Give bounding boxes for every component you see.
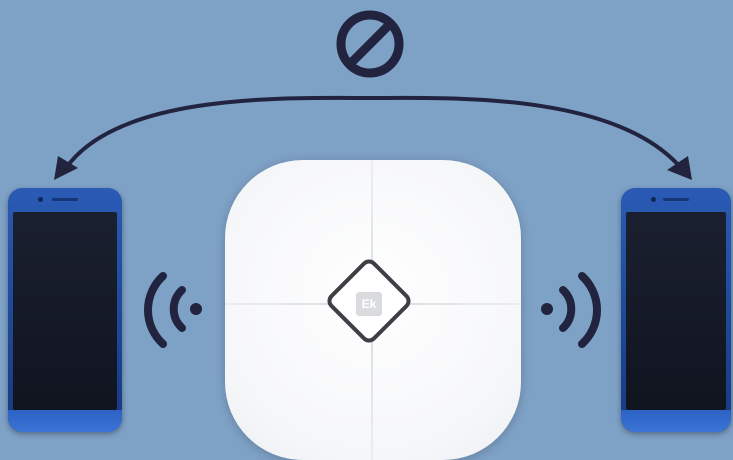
wireless-signal-right-icon bbox=[541, 272, 602, 348]
prohibited-icon bbox=[336, 10, 404, 78]
illustration: Ek bbox=[0, 0, 733, 460]
double-headed-arrow-icon bbox=[54, 95, 692, 180]
overlay-graphics bbox=[54, 10, 692, 348]
wireless-signal-left-icon bbox=[143, 272, 202, 348]
